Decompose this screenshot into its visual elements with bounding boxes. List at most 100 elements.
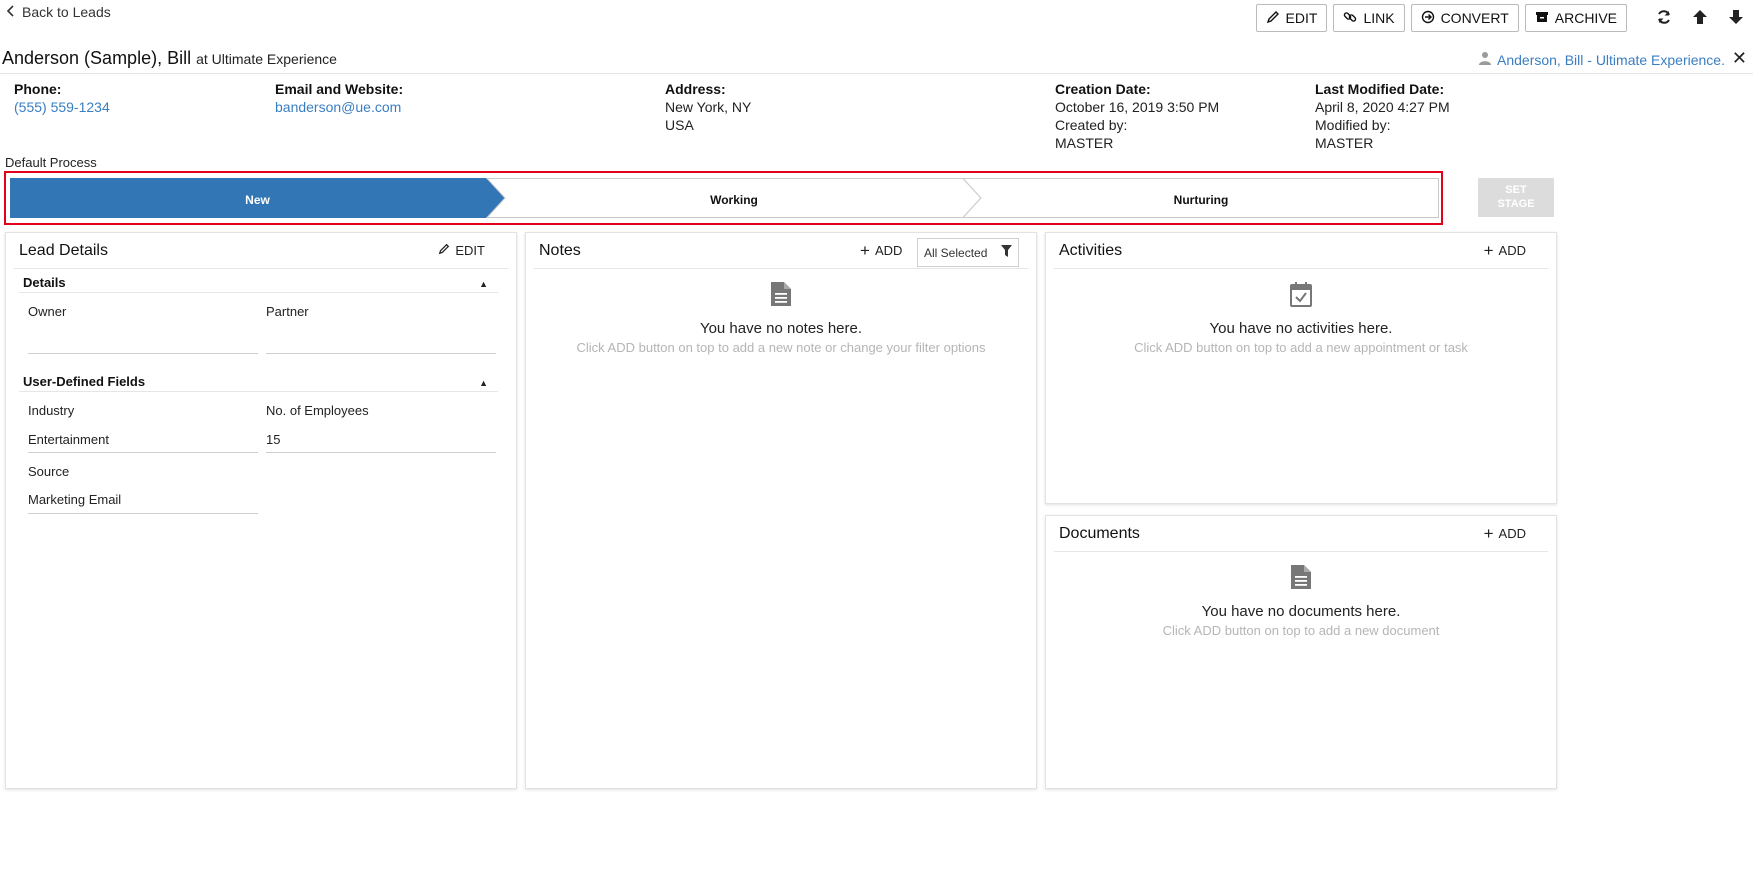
activities-empty-hint: Click ADD button on top to add a new app… <box>1134 340 1468 355</box>
employees-value: 15 <box>266 432 281 447</box>
refresh-icon <box>1655 8 1673 29</box>
link-button[interactable]: LINK <box>1333 4 1405 32</box>
back-link-label: Back to Leads <box>22 4 111 20</box>
refresh-button[interactable] <box>1649 4 1679 32</box>
activities-title: Activities <box>1059 242 1123 259</box>
employees-label: No. of Employees <box>266 403 369 418</box>
previous-record-button[interactable] <box>1685 4 1715 32</box>
industry-label: Industry <box>28 403 75 418</box>
phone-link[interactable]: (555) 559-1234 <box>14 98 110 116</box>
activities-add-button[interactable]: + ADD <box>1483 241 1526 260</box>
created-by: MASTER <box>1055 135 1114 151</box>
notes-empty-state: You have no notes here. Click ADD button… <box>526 281 1036 355</box>
modified-date-label: Last Modified Date: <box>1315 81 1445 97</box>
stage-nurturing[interactable]: Nurturing <box>963 193 1439 207</box>
notes-empty-hint: Click ADD button on top to add a new not… <box>576 340 986 355</box>
industry-field-line <box>28 452 258 453</box>
link-button-label: LINK <box>1363 10 1395 26</box>
notes-panel: Notes + ADD All Selected You have no not… <box>525 232 1037 789</box>
stage-working[interactable]: Working <box>487 193 981 207</box>
lead-title: Anderson (Sample), Bill at Ultimate Expe… <box>2 48 337 69</box>
modified-date: April 8, 2020 4:27 PM <box>1315 99 1450 115</box>
email-label: Email and Website: <box>275 81 404 97</box>
panel-divider <box>1054 268 1548 269</box>
plus-icon: + <box>1483 524 1494 543</box>
documents-empty-state: You have no documents here. Click ADD bu… <box>1046 564 1556 638</box>
document-icon <box>526 281 1036 310</box>
section-divider <box>19 292 498 293</box>
documents-panel: Documents + ADD You have no documents he… <box>1045 515 1557 789</box>
details-section-header[interactable]: Details <box>23 275 66 290</box>
document-icon <box>1046 564 1556 593</box>
process-stage-bar: New Working Nurturing <box>4 171 1443 225</box>
lead-company: at Ultimate Experience <box>196 51 337 67</box>
set-stage-button[interactable]: SET STAGE <box>1478 178 1554 217</box>
panel-divider <box>534 268 1028 269</box>
convert-button[interactable]: CONVERT <box>1410 4 1519 32</box>
owner-field-line <box>28 353 258 354</box>
convert-button-label: CONVERT <box>1440 10 1509 26</box>
email-block: Email and Website: banderson@ue.com <box>275 80 403 116</box>
set-stage-line2: STAGE <box>1497 198 1535 210</box>
notes-filter-value: All Selected <box>924 245 988 260</box>
archive-button[interactable]: ARCHIVE <box>1524 4 1627 32</box>
owner-label: Owner <box>28 304 67 319</box>
lead-details-edit-button[interactable]: EDIT <box>438 243 485 258</box>
address-line2: USA <box>665 117 694 133</box>
address-label: Address: <box>665 81 726 97</box>
activities-panel: Activities + ADD You have no activities … <box>1045 232 1557 504</box>
close-icon[interactable]: ✕ <box>1732 48 1747 69</box>
arrow-down-icon <box>1727 8 1745 29</box>
pencil-icon <box>438 243 450 258</box>
source-label: Source <box>28 464 70 479</box>
documents-empty-message: You have no documents here. <box>1201 603 1401 620</box>
stage-new[interactable]: New <box>10 193 505 207</box>
owner-link-label: Anderson, Bill - Ultimate Experience. <box>1497 51 1725 68</box>
partner-label: Partner <box>266 304 309 319</box>
lead-details-edit-label: EDIT <box>455 243 485 258</box>
documents-empty-hint: Click ADD button on top to add a new doc… <box>1162 623 1440 638</box>
employees-field-line <box>266 452 496 453</box>
calendar-check-icon <box>1046 281 1556 310</box>
owner-link[interactable]: Anderson, Bill - Ultimate Experience. <box>1479 51 1725 68</box>
modified-by: MASTER <box>1315 135 1374 151</box>
creation-block: Creation Date: October 16, 2019 3:50 PM … <box>1055 80 1219 152</box>
caret-up-icon[interactable]: ▲ <box>479 279 488 289</box>
link-icon <box>1343 10 1357 27</box>
convert-icon <box>1421 10 1435 27</box>
panel-divider <box>14 268 508 269</box>
caret-up-icon[interactable]: ▲ <box>479 378 488 388</box>
lead-details-panel: Lead Details EDIT Details ▲ Owner Partne… <box>5 232 517 789</box>
activities-empty-message: You have no activities here. <box>1209 320 1393 337</box>
back-to-leads-link[interactable]: Back to Leads <box>6 4 111 20</box>
chevron-left-icon <box>6 4 16 20</box>
documents-add-button[interactable]: + ADD <box>1483 524 1526 543</box>
creation-date-label: Creation Date: <box>1055 81 1151 97</box>
header-divider <box>0 73 1753 74</box>
next-record-button[interactable] <box>1721 4 1751 32</box>
documents-title: Documents <box>1059 525 1140 542</box>
edit-button[interactable]: EDIT <box>1255 4 1328 32</box>
created-by-label: Created by: <box>1055 117 1128 133</box>
activities-empty-state: You have no activities here. Click ADD b… <box>1046 281 1556 355</box>
plus-icon: + <box>1483 241 1494 260</box>
notes-filter-dropdown[interactable]: All Selected <box>917 238 1019 267</box>
email-link[interactable]: banderson@ue.com <box>275 98 403 116</box>
panel-divider <box>1054 551 1548 552</box>
arrow-up-icon <box>1691 8 1709 29</box>
lead-name: Anderson (Sample), Bill <box>2 48 192 68</box>
address-block: Address: New York, NY USA <box>665 80 751 134</box>
documents-add-label: ADD <box>1498 526 1526 541</box>
modified-by-label: Modified by: <box>1315 117 1391 133</box>
process-label: Default Process <box>5 155 97 170</box>
notes-add-label: ADD <box>874 243 903 258</box>
section-divider <box>19 391 498 392</box>
address-line1: New York, NY <box>665 99 752 115</box>
partner-field-line <box>266 353 496 354</box>
udf-section-header[interactable]: User-Defined Fields <box>23 374 145 389</box>
archive-icon <box>1535 10 1549 27</box>
creation-date: October 16, 2019 3:50 PM <box>1055 99 1220 115</box>
source-value: Marketing Email <box>28 492 122 507</box>
edit-button-label: EDIT <box>1285 10 1318 26</box>
notes-add-button[interactable]: + ADD <box>860 242 903 259</box>
